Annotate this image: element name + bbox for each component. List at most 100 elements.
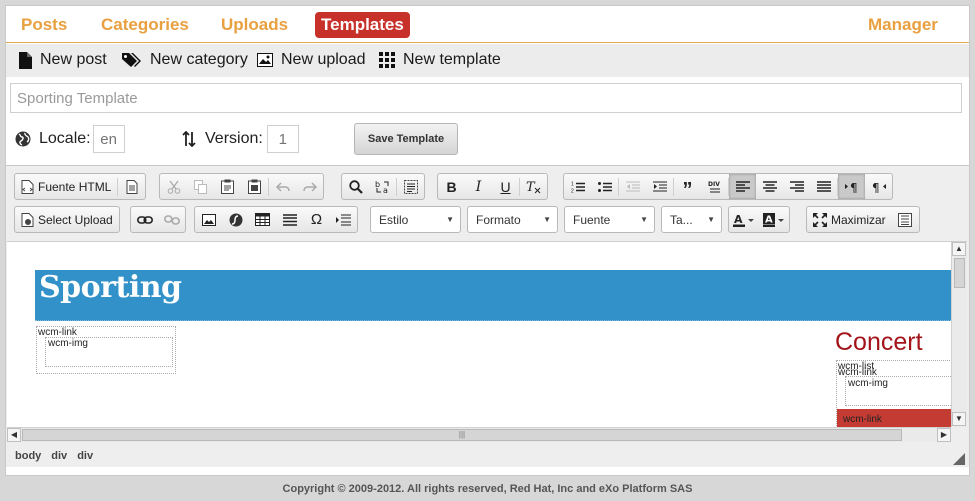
underline-button[interactable]: U xyxy=(492,174,519,199)
remove-format-button[interactable]: T xyxy=(520,174,547,199)
indent-button[interactable] xyxy=(646,174,673,199)
replace-icon: ba xyxy=(375,180,388,194)
svg-text:DIV: DIV xyxy=(708,181,720,188)
template-editor-panel: Posts Categories Uploads Templates Manag… xyxy=(5,5,970,476)
resize-handle-icon[interactable] xyxy=(953,453,965,465)
rtl-button[interactable]: ¶ xyxy=(865,174,892,199)
bold-icon: B xyxy=(446,178,457,195)
redo-icon xyxy=(302,181,317,192)
special-char-button[interactable]: Ω xyxy=(303,207,330,232)
new-post-button[interactable]: New post xyxy=(18,50,107,70)
page-break-icon xyxy=(336,214,351,225)
horizontal-rule-button[interactable] xyxy=(276,207,303,232)
background-color-button[interactable]: A xyxy=(759,207,789,232)
italic-icon: I xyxy=(475,178,482,195)
svg-text:¶: ¶ xyxy=(872,181,880,193)
table-button[interactable] xyxy=(249,207,276,232)
svg-text:A: A xyxy=(765,214,773,225)
nav-templates[interactable]: Templates xyxy=(315,12,410,38)
wcm-img-block-2[interactable]: wcm-img xyxy=(845,376,965,406)
replace-button[interactable]: ba xyxy=(369,174,396,199)
link-button[interactable] xyxy=(131,207,158,232)
ltr-button[interactable]: ¶ xyxy=(838,174,865,199)
wcm-img-block[interactable]: wcm-img xyxy=(45,337,173,367)
undo-icon xyxy=(275,181,290,192)
template-name-input[interactable] xyxy=(10,83,962,113)
select-upload-button[interactable]: Select Upload xyxy=(15,207,119,232)
link-icon xyxy=(136,215,153,224)
nav-manager[interactable]: Manager xyxy=(862,12,944,38)
scroll-left-icon[interactable]: ◀ xyxy=(7,428,21,442)
font-dropdown[interactable]: Fuente ▼ xyxy=(564,206,655,233)
outdent-icon xyxy=(625,181,640,191)
find-button[interactable] xyxy=(342,174,369,199)
text-color-button[interactable]: A xyxy=(729,207,759,232)
select-all-button[interactable] xyxy=(397,174,424,199)
path-div[interactable]: div xyxy=(48,450,70,462)
scroll-up-icon[interactable]: ▲ xyxy=(952,242,966,256)
version-input[interactable] xyxy=(266,125,299,153)
horizontal-scroll-thumb[interactable]: ||| xyxy=(22,429,902,441)
scroll-right-icon[interactable]: ▶ xyxy=(937,428,951,442)
wcm-link-highlight[interactable]: wcm-link xyxy=(837,409,967,427)
document-button[interactable] xyxy=(118,174,145,199)
wcm-img-label-2: wcm-img xyxy=(848,378,888,389)
align-center-button[interactable] xyxy=(756,174,783,199)
bullet-list-button[interactable] xyxy=(591,174,618,199)
paste-text-button[interactable] xyxy=(241,174,268,199)
paste-icon xyxy=(221,179,234,194)
editor-content[interactable]: Sporting wcm-link wcm-img Concert wcm-li… xyxy=(7,241,967,427)
horizontal-scrollbar[interactable]: ◀ ||| ▶ xyxy=(7,427,951,442)
new-category-button[interactable]: New category xyxy=(122,50,248,70)
bold-button[interactable]: B xyxy=(438,174,465,199)
unlink-button[interactable] xyxy=(158,207,185,232)
toolbar-color-group: A A xyxy=(728,206,790,233)
format-dropdown[interactable]: Formato ▼ xyxy=(467,206,558,233)
italic-button[interactable]: I xyxy=(465,174,492,199)
show-blocks-button[interactable] xyxy=(892,207,919,232)
save-template-button[interactable]: Save Template xyxy=(354,123,458,155)
numbered-list-button[interactable]: 12 xyxy=(564,174,591,199)
wcm-list-block[interactable]: wcm-list wcm-link wcm-img wcm-link xyxy=(836,360,967,427)
element-path-bar: body div div xyxy=(6,445,967,467)
maximize-button[interactable]: Maximizar xyxy=(807,207,892,232)
vertical-scrollbar[interactable]: ▲ ▼ xyxy=(951,242,967,427)
redo-button[interactable] xyxy=(296,174,323,199)
action-bar: New post New category New upload New tem… xyxy=(6,44,969,77)
outdent-button[interactable] xyxy=(619,174,646,199)
new-upload-button[interactable]: New upload xyxy=(257,50,366,70)
version-row: Version: xyxy=(182,124,299,154)
version-label: Version: xyxy=(205,130,263,147)
style-dropdown[interactable]: Estilo ▼ xyxy=(370,206,461,233)
page-icon xyxy=(126,179,138,194)
wcm-link-block[interactable]: wcm-link wcm-img xyxy=(36,326,176,374)
locale-input[interactable] xyxy=(92,125,125,153)
copy-button[interactable] xyxy=(187,174,214,199)
blockquote-button[interactable]: ” xyxy=(674,174,701,200)
vertical-scroll-thumb[interactable] xyxy=(954,258,965,288)
horizontal-rule-icon xyxy=(282,213,297,226)
maximize-label: Maximizar xyxy=(831,212,886,227)
banner-title: Sporting xyxy=(39,270,182,305)
justify-button[interactable] xyxy=(810,174,837,199)
undo-button[interactable] xyxy=(269,174,296,199)
new-template-button[interactable]: New template xyxy=(379,50,501,70)
cut-button[interactable] xyxy=(160,174,187,199)
page-break-button[interactable] xyxy=(330,207,357,232)
path-body[interactable]: body xyxy=(12,450,44,462)
source-html-button[interactable]: Fuente HTML xyxy=(15,174,117,199)
scroll-down-icon[interactable]: ▼ xyxy=(952,412,966,426)
flash-button[interactable] xyxy=(222,207,249,232)
image-button[interactable] xyxy=(195,207,222,232)
nav-categories[interactable]: Categories xyxy=(95,12,195,38)
paste-button[interactable] xyxy=(214,174,241,199)
toolbar-style-group: B I U T xyxy=(437,173,548,200)
path-div-inner[interactable]: div xyxy=(74,450,96,462)
align-right-button[interactable] xyxy=(783,174,810,199)
align-left-button[interactable] xyxy=(729,174,756,199)
create-div-button[interactable]: DIV xyxy=(701,174,728,199)
nav-posts[interactable]: Posts xyxy=(15,12,73,38)
locale-row: Locale: xyxy=(15,124,125,154)
size-dropdown[interactable]: Ta... ▼ xyxy=(661,206,722,233)
nav-uploads[interactable]: Uploads xyxy=(215,12,294,38)
